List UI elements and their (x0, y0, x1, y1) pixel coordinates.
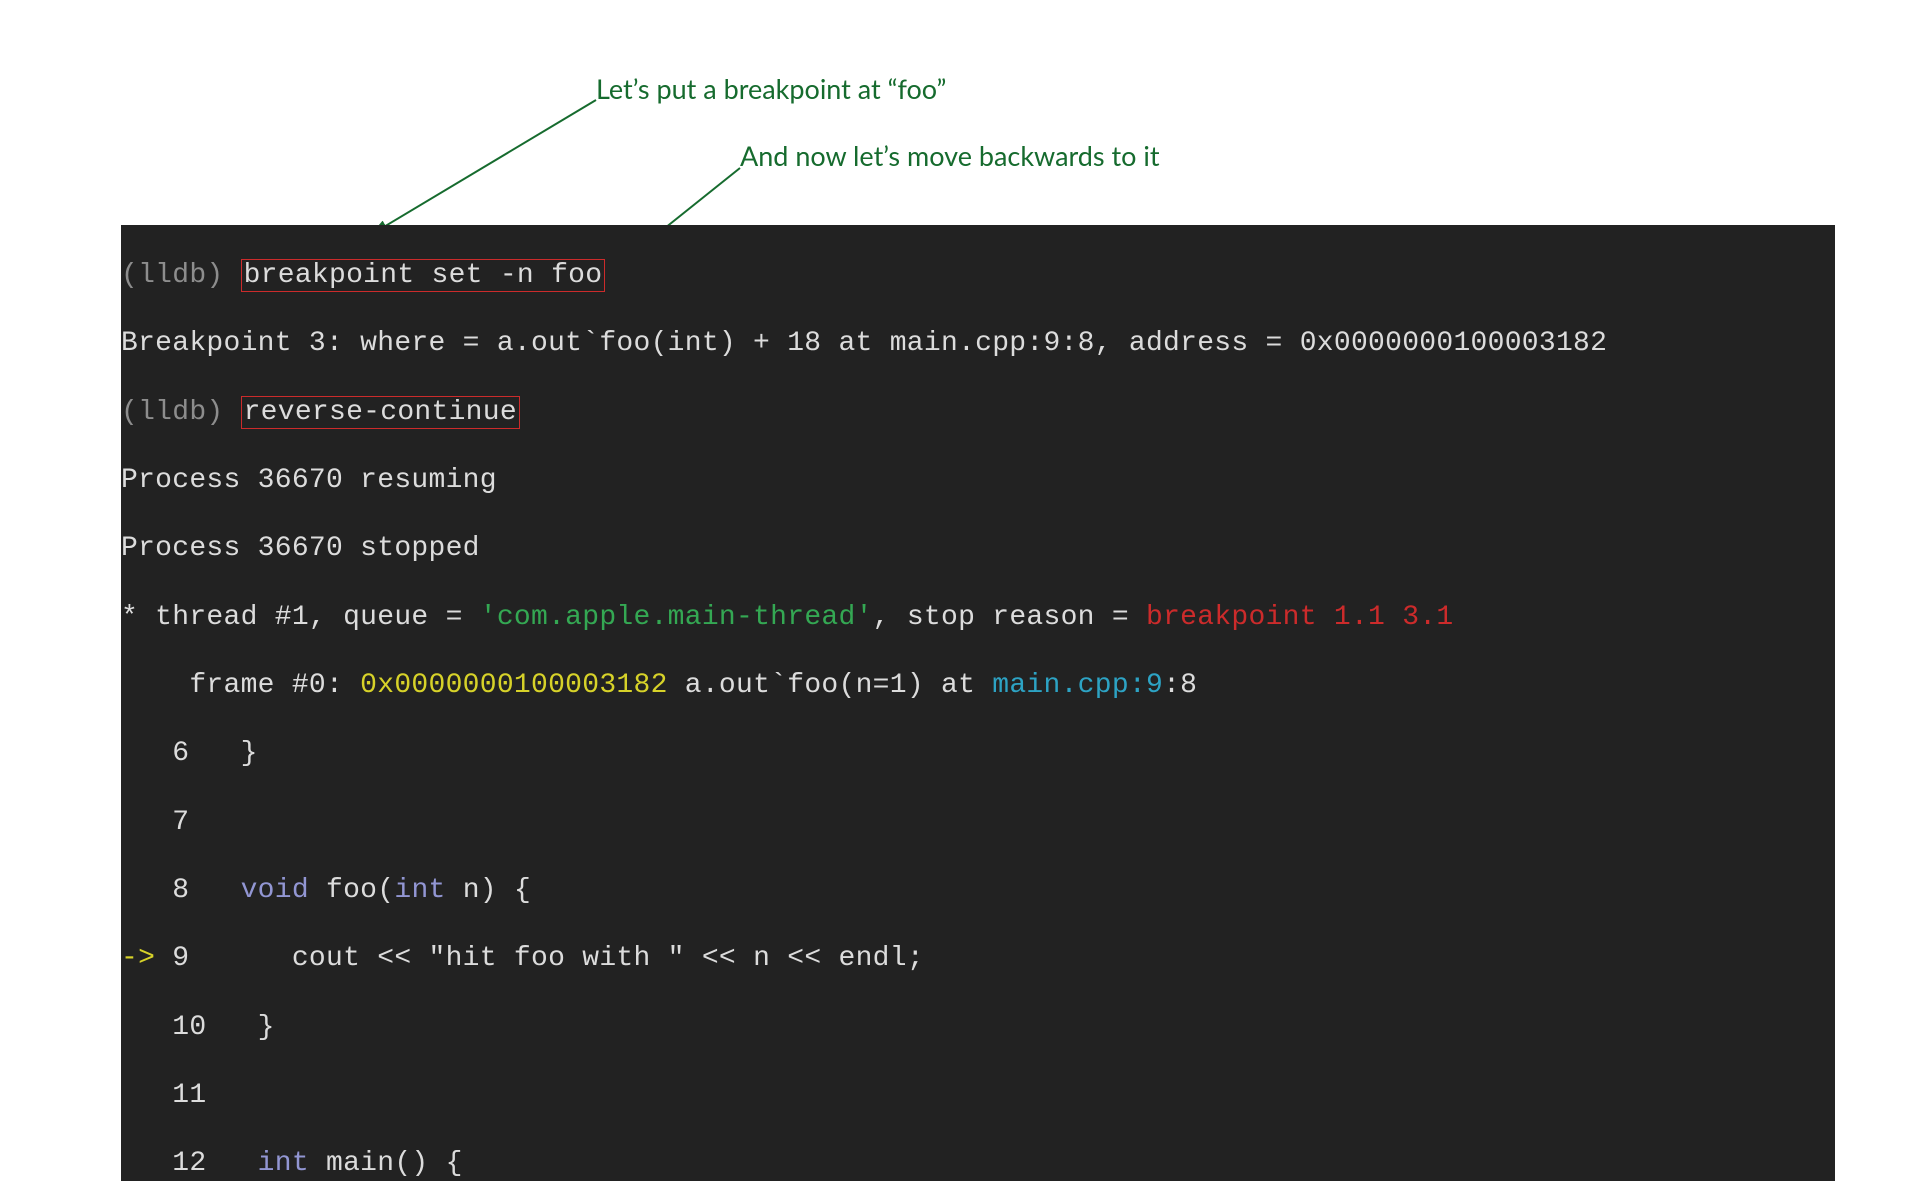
reverse-continue-cmd: reverse-continue (241, 396, 520, 429)
src-line-10: 10 } (121, 1011, 1835, 1045)
src-line-7: 7 (121, 806, 1835, 840)
term-line-cmd1: (lldb) breakpoint set -n foo (121, 259, 1835, 293)
term-line-resume: Process 36670 resuming (121, 464, 1835, 498)
src-line-9: -> 9 cout << "hit foo with " << n << end… (121, 942, 1835, 976)
src-line-6: 6 } (121, 737, 1835, 771)
slide-canvas: Let’s put a breakpoint at “foo” And now … (0, 0, 1920, 841)
term-line-stopped: Process 36670 stopped (121, 532, 1835, 566)
term-line-bp: Breakpoint 3: where = a.out`foo(int) + 1… (121, 327, 1835, 361)
terminal-panel: (lldb) breakpoint set -n foo Breakpoint … (121, 225, 1835, 1181)
term-line-cmd2: (lldb) reverse-continue (121, 396, 1835, 430)
breakpoint-set-cmd: breakpoint set -n foo (241, 259, 606, 292)
term-line-frame: frame #0: 0x0000000100003182 a.out`foo(n… (121, 669, 1835, 703)
annotation-breakpoint: Let’s put a breakpoint at “foo” (596, 73, 946, 105)
src-line-8: 8 void foo(int n) { (121, 874, 1835, 908)
annotation-reverse: And now let’s move backwards to it (740, 140, 1160, 172)
term-line-thread: * thread #1, queue = 'com.apple.main-thr… (121, 601, 1835, 635)
src-line-12: 12 int main() { (121, 1147, 1835, 1181)
src-line-11: 11 (121, 1079, 1835, 1113)
